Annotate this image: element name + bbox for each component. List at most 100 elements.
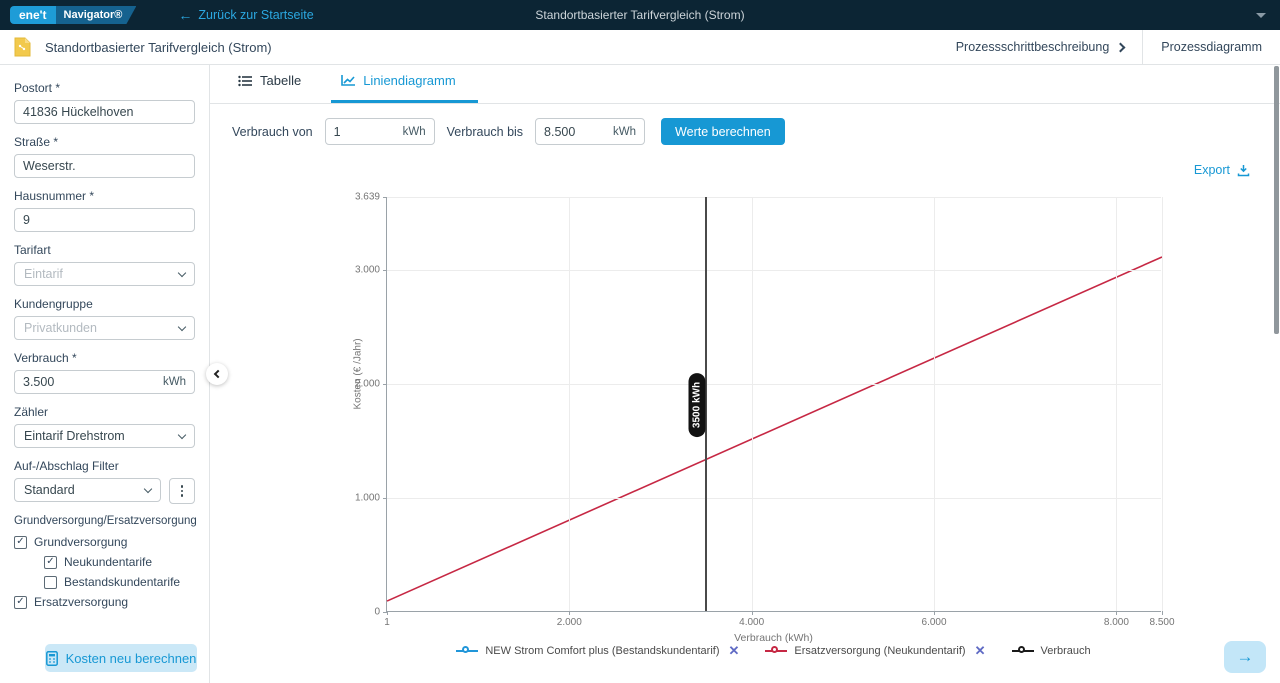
- page-title: Standortbasierter Tarifvergleich (Strom): [45, 40, 272, 55]
- legend-series-marker-icon: [456, 646, 478, 656]
- kundengruppe-value: Privatkunden: [24, 321, 97, 335]
- filter-sidebar: Postort * Straße * Hausnummer * Tarifart…: [0, 65, 210, 683]
- y-tick-mark: [383, 498, 387, 499]
- gridline-horizontal: [387, 270, 1161, 271]
- werte-berechnen-button[interactable]: Werte berechnen: [661, 118, 785, 145]
- recalc-button-label: Kosten neu berechnen: [66, 651, 197, 666]
- y-axis-title: Kosten (€ /Jahr): [353, 338, 364, 409]
- tarifart-select[interactable]: Eintarif: [14, 262, 195, 286]
- y-tick-label: 2.000: [355, 378, 380, 389]
- legend-remove-icon[interactable]: ✕: [975, 643, 986, 659]
- hausnummer-label: Hausnummer *: [14, 189, 195, 203]
- legend-remove-icon[interactable]: ✕: [728, 643, 739, 659]
- field-hausnummer: Hausnummer *: [14, 189, 195, 232]
- x-tick-label: 8.000: [1104, 617, 1129, 628]
- consumption-range-controls: Verbrauch von kWh Verbrauch bis kWh Wert…: [210, 104, 1280, 145]
- checkbox-row: ✓Ersatzversorgung: [14, 595, 195, 609]
- legend-series-marker-icon: [765, 646, 787, 656]
- verbrauch-input[interactable]: [23, 375, 159, 389]
- view-tabs: Tabelle Liniendiagramm: [210, 65, 1280, 104]
- field-tarifart: Tarifart Eintarif: [14, 243, 195, 286]
- checkbox-row: ✓Neukundentarife: [44, 555, 195, 569]
- logo-navigator: Navigator®: [54, 6, 137, 24]
- series-line: [387, 257, 1162, 601]
- back-to-start-link[interactable]: ← Zurück zur Startseite: [178, 7, 313, 23]
- chart-series-svg: [387, 197, 1162, 612]
- x-tick-mark: [1162, 611, 1163, 615]
- legend-label: Ersatzversorgung (Neukundentarif): [794, 645, 965, 657]
- gridline-horizontal: [387, 384, 1161, 385]
- y-tick-mark: [383, 270, 387, 271]
- checkbox-checked[interactable]: ✓: [14, 536, 27, 549]
- checkbox-label: Grundversorgung: [34, 535, 127, 549]
- chevron-down-icon: [178, 430, 186, 438]
- checkbox-checked[interactable]: ✓: [44, 556, 57, 569]
- x-tick-mark: [387, 611, 388, 615]
- tab-tabelle[interactable]: Tabelle: [228, 73, 323, 103]
- zaehler-value: Eintarif Drehstrom: [24, 429, 125, 443]
- checkbox-label: Bestandskundentarife: [64, 575, 180, 589]
- y-tick-mark: [383, 384, 387, 385]
- line-chart-plot-area[interactable]: 01.0002.0003.0003.63912.0004.0006.0008.0…: [386, 197, 1161, 612]
- chevron-down-icon: [178, 268, 186, 276]
- legend-item[interactable]: Ersatzversorgung (Neukundentarif) ✕: [765, 643, 985, 659]
- verbrauch-bis-unit: kWh: [613, 126, 636, 138]
- zaehler-label: Zähler: [14, 405, 195, 419]
- zaehler-select[interactable]: Eintarif Drehstrom: [14, 424, 195, 448]
- app-window: ene't Navigator® ← Zurück zur Startseite…: [0, 0, 1280, 683]
- x-tick-mark: [934, 611, 935, 615]
- chart-legend: NEW Strom Comfort plus (Bestandskundenta…: [386, 643, 1161, 659]
- field-auf-abschlag-filter: Auf-/Abschlag Filter Standard: [14, 459, 195, 504]
- x-tick-mark: [1116, 611, 1117, 615]
- checkbox-unchecked[interactable]: [44, 576, 57, 589]
- back-link-label: Zurück zur Startseite: [198, 8, 313, 22]
- verbrauch-von-unit: kWh: [403, 126, 426, 138]
- vertical-scrollbar[interactable]: [1274, 66, 1279, 334]
- x-tick-label: 4.000: [739, 617, 764, 628]
- auf-abschlag-value: Standard: [24, 483, 75, 497]
- field-kundengruppe: Kundengruppe Privatkunden: [14, 297, 195, 340]
- chevron-down-icon: [178, 322, 186, 330]
- legend-item[interactable]: Verbrauch: [1012, 645, 1091, 657]
- checkbox-row: ✓ Grundversorgung: [14, 535, 195, 549]
- postort-input[interactable]: [23, 105, 186, 119]
- gridline-vertical: [569, 197, 570, 611]
- tab-liniendiagramm[interactable]: Liniendiagramm: [331, 73, 478, 103]
- y-tick-label: 3.000: [355, 264, 380, 275]
- gridline-vertical: [1162, 197, 1163, 611]
- y-tick-label: 3.639: [355, 192, 380, 203]
- verbrauch-bis-input[interactable]: [544, 125, 609, 139]
- main-content: Tabelle Liniendiagramm Verbrauch von kWh…: [210, 65, 1280, 683]
- strasse-input[interactable]: [23, 159, 186, 173]
- gridline-horizontal: [387, 197, 1161, 198]
- filter-options-kebab-button[interactable]: [169, 478, 195, 504]
- x-tick-label: 2.000: [557, 617, 582, 628]
- checkbox-row: Bestandskundentarife: [44, 575, 195, 589]
- process-step-description-link[interactable]: Prozessschrittbeschreibung: [938, 30, 1143, 64]
- consumption-marker-label: 3500 kWh: [689, 372, 706, 436]
- checkbox-checked[interactable]: ✓: [14, 596, 27, 609]
- gridline-vertical: [934, 197, 935, 611]
- legend-label: NEW Strom Comfort plus (Bestandskundenta…: [485, 645, 719, 657]
- recalculate-costs-button[interactable]: Kosten neu berechnen: [45, 644, 197, 672]
- export-link[interactable]: Export: [1194, 163, 1250, 177]
- calculator-icon: [46, 651, 58, 666]
- enet-navigator-logo[interactable]: ene't Navigator®: [10, 5, 136, 25]
- field-verbrauch: Verbrauch * kWh: [14, 351, 195, 394]
- process-diagram-link[interactable]: Prozessdiagramm: [1142, 30, 1280, 64]
- hausnummer-input[interactable]: [23, 213, 186, 227]
- auf-abschlag-label: Auf-/Abschlag Filter: [14, 459, 195, 473]
- tarifart-value: Eintarif: [24, 267, 63, 281]
- line-chart-icon: [341, 75, 355, 87]
- next-step-button[interactable]: →: [1224, 641, 1266, 673]
- verbrauch-von-input[interactable]: [334, 125, 399, 139]
- kundengruppe-select[interactable]: Privatkunden: [14, 316, 195, 340]
- auf-abschlag-select[interactable]: Standard: [14, 478, 161, 502]
- chevron-right-icon: [1116, 42, 1126, 52]
- sidebar-collapse-button[interactable]: [206, 363, 228, 385]
- download-icon: [1237, 164, 1250, 177]
- chevron-down-icon[interactable]: [1256, 13, 1266, 18]
- verbrauch-bis-label: Verbrauch bis: [447, 125, 523, 139]
- y-tick-label: 1.000: [355, 492, 380, 503]
- legend-item[interactable]: NEW Strom Comfort plus (Bestandskundenta…: [456, 643, 739, 659]
